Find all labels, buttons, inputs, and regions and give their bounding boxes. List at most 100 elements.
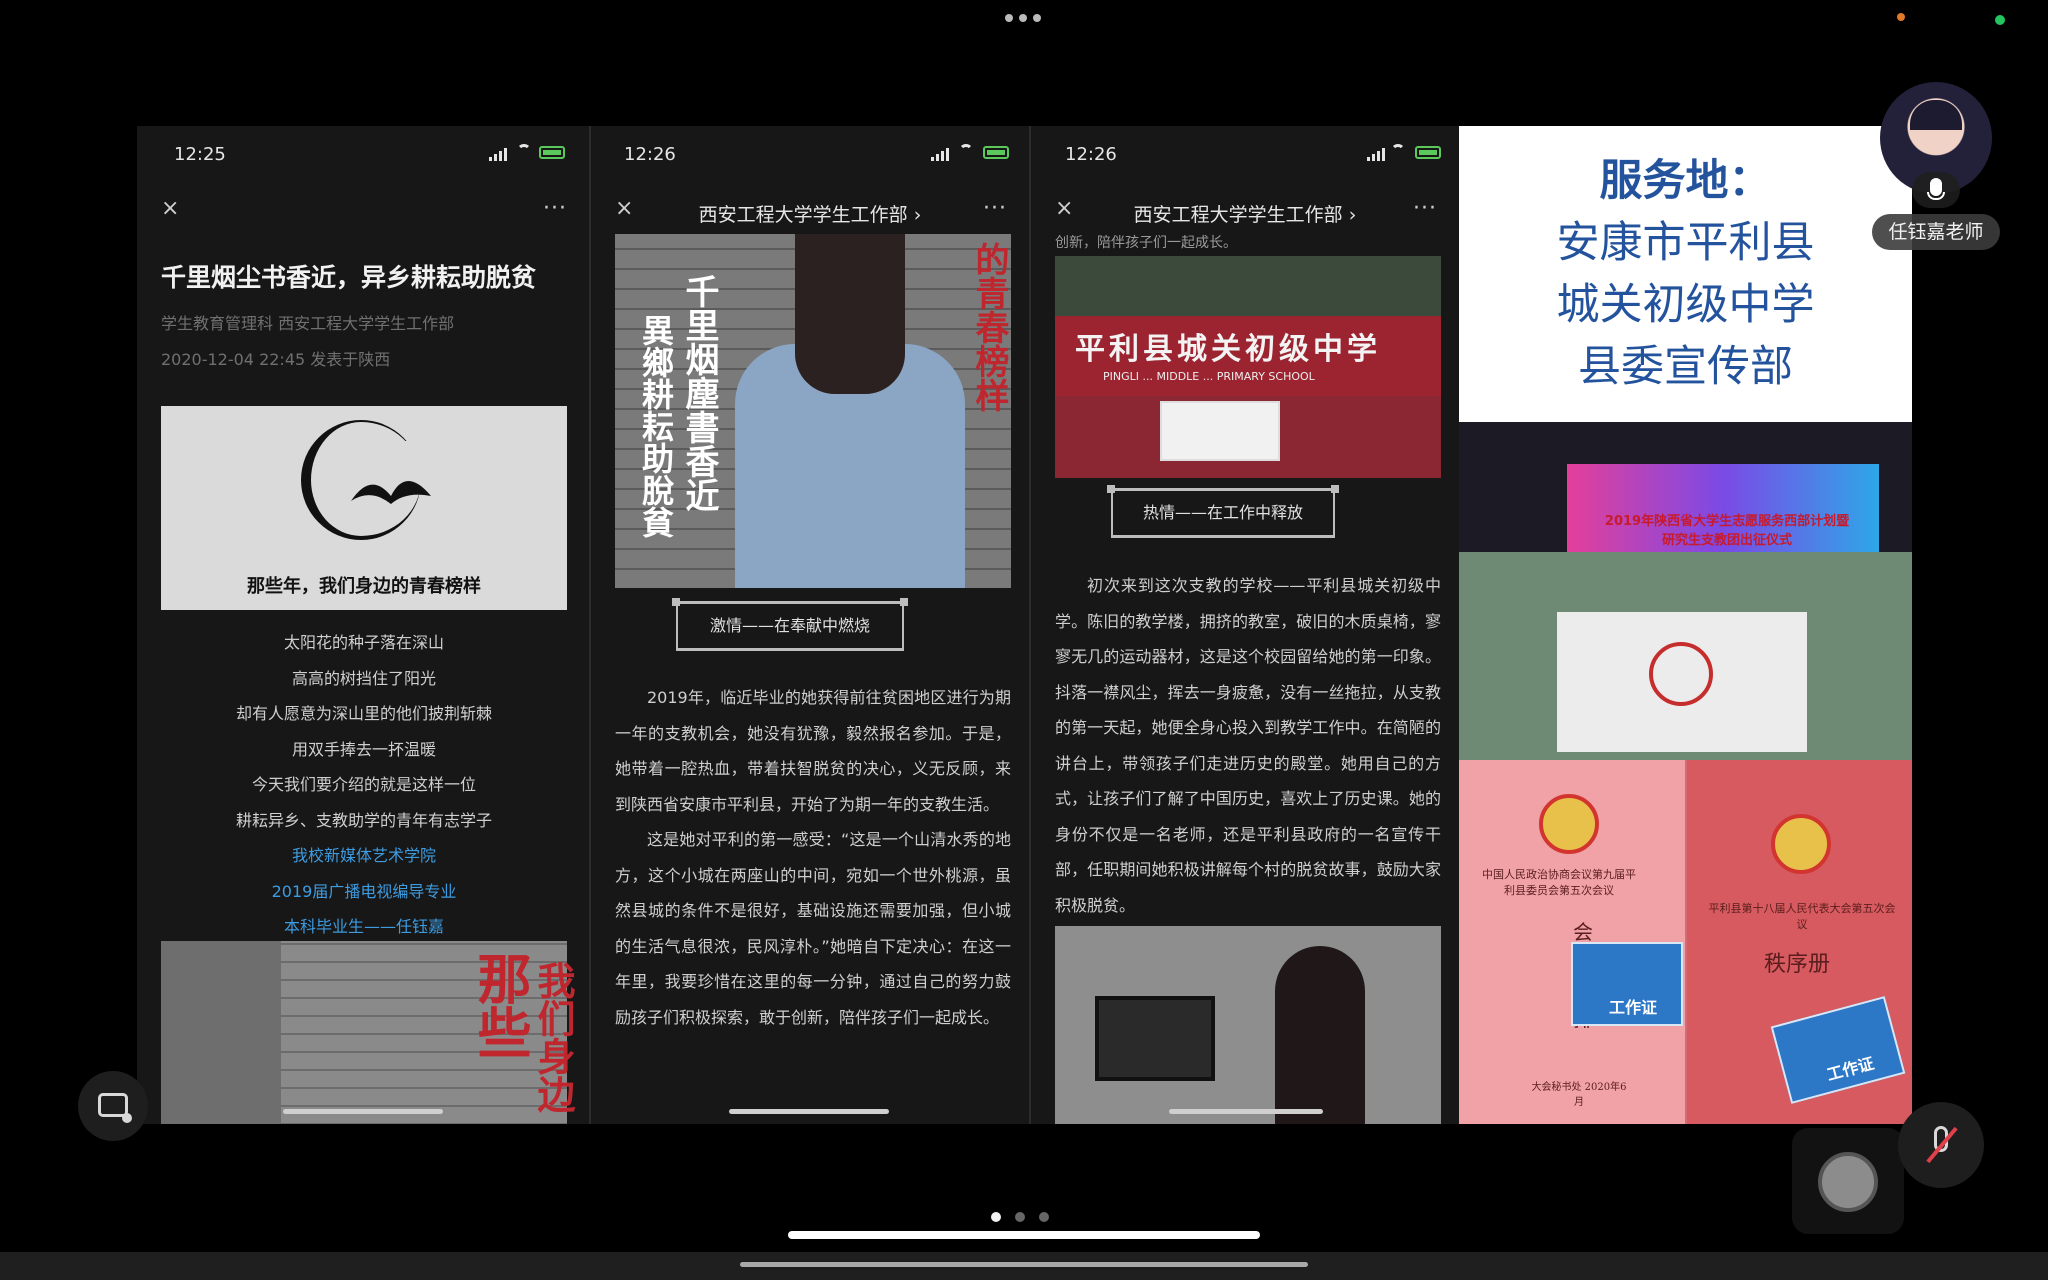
poster-text: 千里烟塵書香近 — [679, 274, 719, 512]
photo-caption: 我们身边 — [531, 961, 576, 1113]
paragraph: 初次来到这次支教的学校——平利县城关初级中学。陈旧的教学楼，拥挤的教室，破旧的木… — [1055, 576, 1441, 915]
top-dots[interactable] — [1005, 14, 1041, 22]
booklet-text: 中国人民政治协商会议第九届平利县委员会第五次会议 — [1482, 868, 1636, 897]
signal-icon — [489, 148, 507, 161]
page-dot[interactable] — [991, 1212, 1001, 1222]
article-body: 2019年，临近毕业的她获得前往贫困地区进行为期一年的支教机会，她没有犹豫，毅然… — [615, 680, 1011, 1035]
stage-text-line: 研究生支教团出征仪式 — [1661, 533, 1792, 548]
status-bar: 12:26 — [1031, 126, 1459, 186]
logo-image: 那些年，我们身边的青春榜样 — [161, 406, 567, 610]
poem-line: 太阳花的种子落在深山 — [283, 633, 444, 652]
logo-caption: 那些年，我们身边的青春榜样 — [247, 576, 481, 597]
section-caption: 激情——在奉献中燃烧 — [672, 598, 908, 651]
captions-button[interactable] — [78, 1071, 148, 1141]
volunteer-banner — [1160, 401, 1280, 461]
highlight-line: 2019届广播电视编导专业 — [271, 882, 457, 901]
section-caption: 热情——在工作中释放 — [1107, 485, 1339, 538]
wifi-icon — [517, 144, 531, 158]
article-title: 千里烟尘书香近，异乡耕耘助脱贫 — [161, 263, 537, 292]
booklet-text: 平利县第十八届人民代表大会第五次会议 — [1708, 902, 1896, 931]
battery-icon — [1415, 146, 1441, 159]
home-indicator — [283, 1109, 443, 1114]
phone-screenshot-2: 12:26 × 西安工程大学学生工作部 › ··· 千里烟塵書香近 異鄉耕耘助脫… — [591, 126, 1029, 1124]
person — [1275, 946, 1365, 1124]
portrait-photo: 那些 我们身边 — [161, 941, 576, 1124]
order-booklet: 平利县第十八届人民代表大会第五次会议 秩序册 工作证 — [1687, 760, 1912, 1124]
status-bar: 12:25 — [137, 126, 589, 186]
poster-image: 千里烟塵書香近 異鄉耕耘助脫貧 的青春榜样 — [615, 234, 1011, 588]
national-emblem-icon — [1771, 814, 1831, 874]
system-home-indicator[interactable] — [740, 1262, 1308, 1267]
ceremony-photo: 2019年陕西省大学生志愿服务西部计划暨 研究生支教团出征仪式 — [1459, 422, 1912, 760]
text-fragment: 创新，陪伴孩子们一起成长。 — [1055, 235, 1237, 251]
signal-icon — [1367, 148, 1385, 161]
article-date: 2020-12-04 22:45 发表于陕西 — [161, 350, 391, 369]
booklet-title: 秩序册 — [1763, 952, 1830, 977]
account-name-link[interactable]: 西安工程大学学生工作部 › — [1031, 200, 1459, 227]
work-pass-label: 工作证 — [1824, 1053, 1876, 1085]
account-name-link[interactable]: 西安工程大学学生工作部 › — [591, 200, 1029, 227]
lotus-icon — [351, 481, 431, 504]
camera-indicator — [1995, 15, 2005, 25]
office-photo — [1055, 926, 1441, 1124]
chat-dot — [122, 1113, 132, 1123]
highlight-line: 我校新媒体艺术学院 — [291, 846, 436, 865]
school-sign-text: 平利县城关初级中学 — [1075, 332, 1381, 367]
phone-screenshot-3: 12:26 × 西安工程大学学生工作部 › ··· 创新，陪伴孩子们一起成长。 … — [1031, 126, 1459, 1124]
clock: 12:25 — [174, 144, 226, 165]
wifi-icon — [959, 144, 973, 158]
drag-handle[interactable] — [788, 1231, 1260, 1239]
home-indicator — [729, 1109, 889, 1114]
poem-line: 高高的树挡住了阳光 — [291, 669, 436, 688]
nav-bar: × 西安工程大学学生工作部 › ··· — [591, 186, 1029, 238]
article-source[interactable]: 学生教育管理科 西安工程大学学生工作部 — [161, 310, 454, 334]
poem-line: 用双手捧去一抔温暖 — [291, 740, 436, 759]
slide-line: 城关初级中学 — [1556, 280, 1815, 330]
hair — [795, 234, 905, 394]
signal-icon — [931, 148, 949, 161]
page-dot[interactable] — [1039, 1212, 1049, 1222]
article-body: 初次来到这次支教的学校——平利县城关初级中学。陈旧的教学楼，拥挤的教室，破旧的木… — [1055, 568, 1441, 923]
stage-text: 2019年陕西省大学生志愿服务西部计划暨 研究生支教团出征仪式 — [1577, 510, 1877, 548]
phone-screenshot-1: 12:25 × ··· 千里烟尘书香近，异乡耕耘助脱贫 学生教育管理科 西安工程… — [137, 126, 589, 1124]
more-icon[interactable]: ··· — [543, 196, 567, 221]
paragraph: 这是她对平利的第一感受：“这是一个山清水秀的地方，这个小城在两座山的中间，宛如一… — [615, 830, 1011, 1027]
close-icon[interactable]: × — [161, 198, 183, 220]
slide-line: 安康市平利县 — [1556, 218, 1815, 268]
self-camera-tile[interactable] — [1792, 1128, 1904, 1234]
mic-stand — [1927, 192, 1945, 200]
highlight-line: 本科毕业生——任钰嘉 — [283, 917, 444, 936]
monitor — [1095, 996, 1215, 1081]
clock: 12:26 — [624, 144, 676, 165]
mic-on-badge — [1912, 172, 1960, 208]
documents-photo: 中国人民政治协商会议第九届平利县委员会第五次会议 会务安排 大会秘书处 2020… — [1459, 760, 1912, 1124]
stage-text-line: 2019年陕西省大学生志愿服务西部计划暨 — [1604, 514, 1850, 529]
school-photo: 平利县城关初级中学 PINGLI ... MIDDLE ... PRIMARY … — [1055, 256, 1441, 478]
home-indicator — [1169, 1109, 1323, 1114]
camera-shutter-icon — [1818, 1152, 1878, 1212]
page-indicator[interactable] — [991, 1212, 1049, 1222]
nav-bar: × ··· — [137, 186, 589, 238]
poem-line: 耕耘异乡、支教助学的青年有志学子 — [235, 811, 492, 830]
poem-line: 今天我们要介绍的就是这样一位 — [251, 775, 476, 794]
cppcc-emblem-icon — [1539, 794, 1599, 854]
more-icon[interactable]: ··· — [983, 196, 1007, 221]
page-dot[interactable] — [1015, 1212, 1025, 1222]
battery-icon — [983, 146, 1009, 159]
mute-button[interactable] — [1898, 1102, 1984, 1188]
clock: 12:26 — [1065, 144, 1117, 165]
slide-line: 县委宣传部 — [1578, 342, 1793, 392]
shared-screen: 12:25 × ··· 千里烟尘书香近，异乡耕耘助脱贫 学生教育管理科 西安工程… — [137, 126, 1912, 1124]
slide-heading: 服务地： 安康市平利县 城关初级中学 县委宣传部 — [1459, 126, 1912, 422]
participant-name: 任钰嘉老师 — [1872, 214, 2000, 250]
work-pass-label: 工作证 — [1609, 998, 1658, 1017]
meeting-booklet: 中国人民政治协商会议第九届平利县委员会第五次会议 会务安排 大会秘书处 2020… — [1459, 760, 1685, 1124]
heart-emblem-icon — [1649, 642, 1713, 706]
presentation-slide: 服务地： 安康市平利县 城关初级中学 县委宣传部 2019年陕西省大学生志愿服务… — [1459, 126, 1912, 1124]
school-sign-subtext: PINGLI ... MIDDLE ... PRIMARY SCHOOL — [1103, 370, 1315, 383]
wifi-icon — [1391, 144, 1405, 158]
recording-indicator — [1897, 13, 1905, 21]
work-pass: 工作证 — [1571, 942, 1683, 1026]
paragraph: 2019年，临近毕业的她获得前往贫困地区进行为期一年的支教机会，她没有犹豫，毅然… — [615, 688, 1011, 814]
more-icon[interactable]: ··· — [1413, 196, 1437, 221]
